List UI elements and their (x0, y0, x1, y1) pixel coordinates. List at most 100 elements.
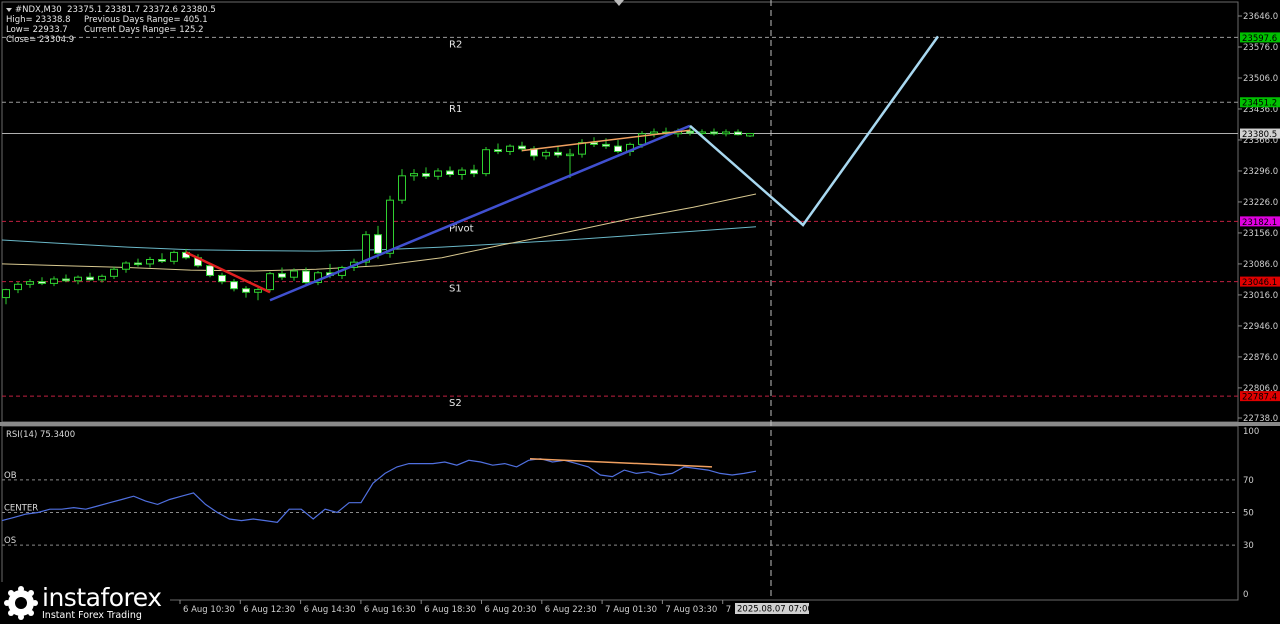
candle-body-bear (614, 145, 622, 152)
instaforex-watermark: instaforex Instant Forex Trading (0, 582, 170, 624)
candle-body-bull (170, 251, 178, 262)
candle-body-bull (458, 169, 466, 175)
candle-body-bear (158, 259, 166, 262)
candle-body-bull (266, 273, 274, 291)
close-value: Close= 23304.9 (6, 35, 75, 45)
price-tick-label: 23646.0 (1243, 12, 1278, 22)
rsi-divergence-line (529, 457, 713, 468)
candle (122, 261, 130, 273)
collapse-arrow-icon[interactable] (6, 8, 12, 12)
level-price-label: 23182.1 (1242, 218, 1277, 228)
pane-separator (0, 422, 1280, 426)
candle-body-bull (2, 289, 10, 299)
candle (554, 146, 562, 158)
candle (230, 278, 238, 292)
candle-body-bear (710, 131, 718, 135)
candle (506, 144, 514, 156)
uptrend-line (269, 124, 691, 302)
candle-body-bear (134, 262, 142, 266)
candle (710, 128, 718, 136)
candle-body-bull (542, 151, 550, 157)
candle (38, 277, 46, 286)
candle-body-bear (686, 130, 694, 134)
candle-body-bull (398, 175, 406, 201)
time-tick-label: 6 Aug 18:30 (424, 605, 476, 615)
candle (266, 271, 274, 293)
candle (62, 274, 70, 283)
candle (170, 250, 178, 265)
time-tick-label: 6 Aug 16:30 (364, 605, 416, 615)
candle (146, 256, 154, 268)
time-tick-label: 6 Aug 14:30 (304, 605, 356, 615)
candles-group (2, 126, 754, 305)
instaforex-logo-icon (4, 586, 38, 620)
price-chart[interactable]: 23646.023576.023506.023436.023366.023296… (0, 0, 1280, 624)
candle-body-bull (434, 170, 442, 177)
candle-body-bear (374, 234, 382, 254)
candle-body-bear (230, 281, 238, 290)
candle (494, 143, 502, 155)
main-pane-frame (1, 1, 1239, 423)
candle-body-bear (206, 265, 214, 276)
candle (446, 166, 454, 178)
level-price-label: 23451.2 (1242, 99, 1277, 109)
current-days-range: Current Days Range= 125.2 (83, 25, 204, 35)
candle-body-bear (734, 131, 742, 136)
downtrend-line (185, 251, 271, 294)
candle-body-bear (470, 169, 478, 175)
candle-body-bear (278, 273, 286, 278)
candle-body-bull (74, 276, 82, 282)
candle-body-bear (242, 288, 250, 293)
candle (746, 133, 754, 138)
rsi-band-label: CENTER (4, 504, 38, 514)
price-tick-label: 23016.0 (1243, 291, 1278, 301)
candle-body-bear (446, 170, 454, 175)
candle-body-bull (566, 153, 574, 157)
candle (542, 149, 550, 160)
candle (254, 287, 262, 301)
level-price-label: 22787.4 (1242, 393, 1277, 403)
time-tick-label: 7 Aug 03:30 (665, 605, 717, 615)
candle-body-bear (518, 145, 526, 150)
candle-body-bear (302, 270, 310, 284)
level-label-r1: R1 (449, 104, 462, 115)
candle-body-bull (386, 199, 394, 254)
candle (470, 164, 478, 178)
candle (578, 139, 586, 158)
candle (734, 129, 742, 136)
candle (158, 253, 166, 264)
candle-body-bull (50, 278, 58, 284)
time-tick-label: 7 Aug 01:30 (605, 605, 657, 615)
candle-body-bear (494, 149, 502, 152)
candle-body-bear (218, 274, 226, 283)
candle (458, 167, 466, 180)
projection-path (689, 35, 940, 227)
price-tick-label: 23506.0 (1243, 74, 1278, 84)
candle (2, 288, 10, 305)
rsi-tick-label: 30 (1243, 541, 1254, 551)
level-price-label: 23046.1 (1242, 278, 1277, 288)
candle-body-bull (14, 283, 22, 291)
cursor-time-label: 2025.08.07 07:00 (737, 605, 813, 615)
candle-body-bear (62, 278, 70, 282)
time-tick-label: 6 Aug 20:30 (485, 605, 537, 615)
candle (14, 282, 22, 294)
rsi-tick-label: 50 (1243, 509, 1254, 519)
rsi-tick-label: 70 (1243, 476, 1254, 486)
candle-body-bull (290, 270, 298, 278)
candle-body-bull (650, 131, 658, 135)
previous-days-range: Previous Days Range= 405.1 (84, 15, 208, 25)
candle (242, 286, 250, 298)
rsi-tick-label: 0 (1243, 590, 1248, 600)
candle-body-bear (554, 151, 562, 156)
candle-body-bull (122, 262, 130, 270)
price-tick-label: 23226.0 (1243, 198, 1278, 208)
candle-body-bull (146, 259, 154, 265)
candle (410, 169, 418, 181)
brand-tagline: Instant Forex Trading (42, 610, 142, 621)
candle-body-bull (98, 275, 106, 281)
rsi-band-label: OB (4, 471, 17, 481)
candle (614, 139, 622, 154)
brand-name: instaforex (42, 583, 162, 612)
shift-marker-icon (614, 0, 624, 6)
